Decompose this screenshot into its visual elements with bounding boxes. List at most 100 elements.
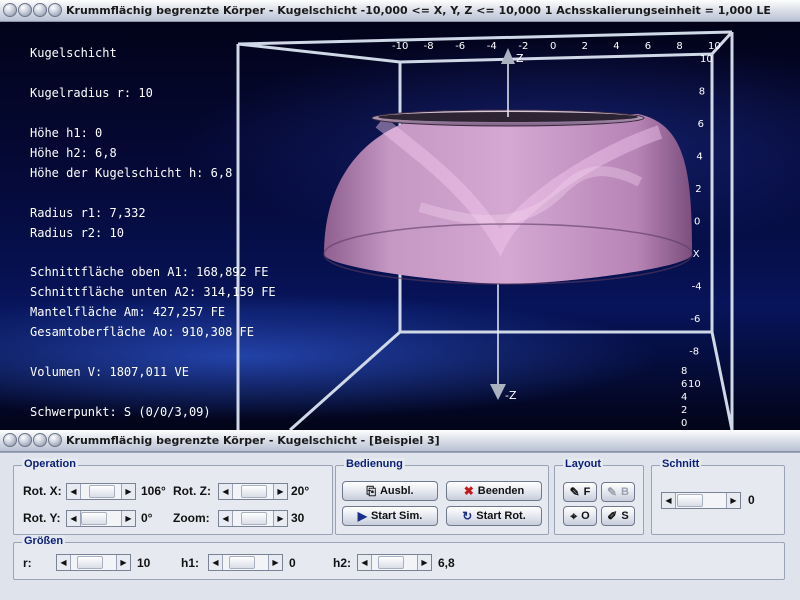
right-axis-tick-label: 2 — [695, 184, 701, 195]
z-axis-bottom-arrow — [490, 384, 506, 400]
rot-z-right-arrow-icon[interactable]: ▶ — [273, 484, 287, 499]
control-window-titlebar[interactable]: Krummflächig begrenzte Körper - Kugelsch… — [0, 430, 800, 452]
rot-x-slider[interactable]: ◀ ▶ — [66, 483, 136, 500]
x-tick-label: 0 — [550, 41, 556, 52]
rot-z-slider[interactable]: ◀ ▶ — [218, 483, 288, 500]
zoom-right-arrow-icon[interactable]: ▶ — [273, 511, 287, 526]
rot-x-right-arrow-icon[interactable]: ▶ — [121, 484, 135, 499]
right-axis-tick-label: 6 — [698, 119, 704, 130]
ausblenden-button[interactable]: ⎘ Ausbl. — [342, 481, 438, 501]
layout-f-button[interactable]: ✎ F — [563, 482, 597, 502]
rot-z-left-arrow-icon[interactable]: ◀ — [219, 484, 233, 499]
zoom-thumb[interactable] — [241, 512, 267, 525]
right-axis-tick-label: 4 — [681, 392, 687, 403]
rot-x-left-arrow-icon[interactable]: ◀ — [67, 484, 81, 499]
x-tick-label: 6 — [645, 41, 651, 52]
spherical-layer-body — [323, 109, 693, 285]
h1-value: 0 — [289, 556, 296, 570]
right-axis-tick-label: 0 — [694, 217, 700, 228]
zoom-left-arrow-icon[interactable]: ◀ — [219, 511, 233, 526]
info-ao: Gesamtoberfläche Ao: 910,308 FE — [30, 325, 254, 339]
h1-left-arrow-icon[interactable]: ◀ — [209, 555, 223, 570]
rot-y-slider[interactable]: ◀ ▶ — [66, 510, 136, 527]
start-simulation-button[interactable]: ▶ Start Sim. — [342, 506, 438, 526]
layout-b-button[interactable]: ✎ B — [601, 482, 635, 502]
right-axis-tick-label: 8 — [681, 366, 687, 377]
start-rotation-button[interactable]: ↻ Start Rot. — [446, 506, 542, 526]
x-tick-label: -4 — [487, 41, 497, 52]
control-panel: Operation Rot. X: ◀ ▶ 106° Rot. Y: ◀ ▶ 0… — [0, 452, 800, 600]
right-axis-tick-label: X — [693, 249, 700, 260]
zoom-slider[interactable]: ◀ ▶ — [218, 510, 288, 527]
right-axis-tick-label: 6 — [681, 379, 687, 390]
info-heading: Kugelschicht — [30, 46, 117, 60]
layout-o-label: O — [581, 510, 590, 522]
close-orb-icon[interactable] — [48, 433, 62, 447]
rot-y-right-arrow-icon[interactable]: ▶ — [121, 511, 135, 526]
minimize-orb-icon[interactable] — [18, 3, 32, 17]
h1-thumb[interactable] — [229, 556, 255, 569]
h2-thumb[interactable] — [378, 556, 404, 569]
right-axis-tick-label: 10 — [688, 379, 701, 390]
info-a1: Schnittfläche oben A1: 168,892 FE — [30, 265, 269, 279]
h2-slider[interactable]: ◀ ▶ — [357, 554, 432, 571]
window-title: Krummflächig begrenzte Körper - Kugelsch… — [66, 4, 771, 17]
info-centroid: Schwerpunkt: S (0/0/3,09) — [30, 405, 211, 419]
r-right-arrow-icon[interactable]: ▶ — [116, 555, 130, 570]
close-orb-icon[interactable] — [48, 3, 62, 17]
menu-orb-icon[interactable] — [3, 433, 17, 447]
schnitt-value: 0 — [748, 493, 755, 507]
menu-orb-icon[interactable] — [3, 3, 17, 17]
rotate-icon: ↻ — [462, 509, 473, 523]
layout-s-label: S — [621, 510, 629, 522]
rot-y-value: 0° — [141, 511, 153, 525]
h1-right-arrow-icon[interactable]: ▶ — [268, 555, 282, 570]
r-thumb[interactable] — [77, 556, 103, 569]
r-value: 10 — [137, 556, 151, 570]
schnitt-group: Schnitt ◀ ▶ 0 — [651, 458, 785, 535]
rot-y-left-arrow-icon[interactable]: ◀ — [67, 511, 81, 526]
brush-icon: ✎ — [569, 485, 580, 499]
ausblenden-label: Ausbl. — [379, 485, 414, 497]
x-tick-label: -6 — [455, 41, 465, 52]
layout-o-button[interactable]: ⌖ O — [563, 506, 597, 526]
info-am: Mantelfläche Am: 427,257 FE — [30, 305, 226, 319]
info-h: Höhe der Kugelschicht h: 6,8 — [30, 166, 233, 180]
schnitt-left-arrow-icon[interactable]: ◀ — [662, 493, 676, 508]
x-tick-label: -2 — [518, 41, 528, 52]
3d-viewport[interactable]: -10 -8 -6 -4 -2 0 2 4 6 8 10 10 8 6 4 2 0 X -4 -6 -8 10 8 6 4 2 0… — [0, 22, 800, 430]
rot-y-label: Rot. Y: — [23, 511, 61, 525]
r-left-arrow-icon[interactable]: ◀ — [57, 555, 71, 570]
h2-left-arrow-icon[interactable]: ◀ — [358, 555, 372, 570]
r-label: r: — [23, 556, 32, 570]
window-controls[interactable] — [3, 3, 62, 17]
schnitt-right-arrow-icon[interactable]: ▶ — [726, 493, 740, 508]
h2-value: 6,8 — [438, 556, 455, 570]
rot-z-thumb[interactable] — [241, 485, 267, 498]
beenden-button[interactable]: ✖ Beenden — [446, 481, 542, 501]
x-tick-label: 2 — [582, 41, 588, 52]
h2-label: h2: — [333, 556, 351, 570]
rot-y-thumb[interactable] — [81, 512, 107, 525]
maximize-orb-icon[interactable] — [33, 3, 47, 17]
layout-f-label: F — [583, 486, 591, 498]
right-axis-tick-label: -4 — [692, 282, 702, 293]
bedienung-legend: Bedienung — [344, 458, 405, 470]
schnitt-thumb[interactable] — [677, 494, 703, 507]
h1-slider[interactable]: ◀ ▶ — [208, 554, 283, 571]
operation-group: Operation Rot. X: ◀ ▶ 106° Rot. Y: ◀ ▶ 0… — [13, 458, 333, 535]
minimize-orb-icon[interactable] — [18, 433, 32, 447]
layout-s-button[interactable]: ✐ S — [601, 506, 635, 526]
maximize-orb-icon[interactable] — [33, 433, 47, 447]
play-icon: ▶ — [357, 509, 367, 523]
beenden-label: Beenden — [477, 485, 525, 497]
main-window-titlebar[interactable]: Krummflächig begrenzte Körper - Kugelsch… — [0, 0, 800, 22]
control-window-controls[interactable] — [3, 433, 62, 447]
groessen-legend: Größen — [22, 535, 66, 547]
right-axis-tick-label: 4 — [696, 152, 702, 163]
h2-right-arrow-icon[interactable]: ▶ — [417, 555, 431, 570]
rot-x-thumb[interactable] — [89, 485, 115, 498]
info-volume: Volumen V: 1807,011 VE — [30, 365, 189, 379]
r-slider[interactable]: ◀ ▶ — [56, 554, 131, 571]
schnitt-slider[interactable]: ◀ ▶ — [661, 492, 741, 509]
